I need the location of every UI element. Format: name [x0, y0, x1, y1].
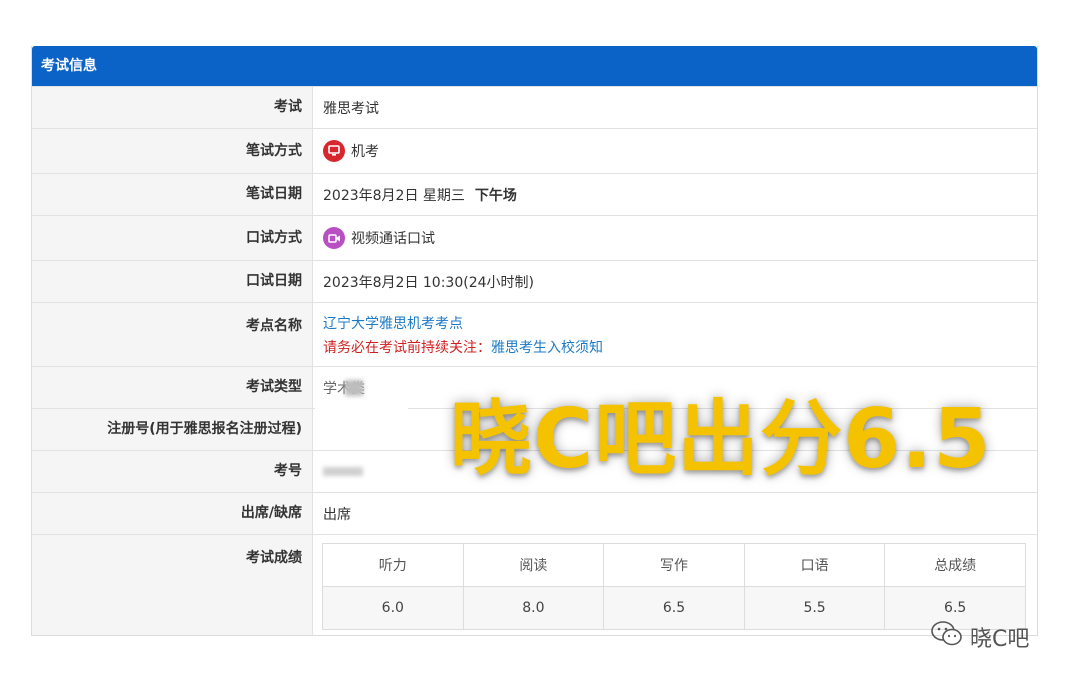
- watermark: 晓C吧: [930, 620, 1029, 654]
- score-header: 阅读: [462, 543, 605, 587]
- row-label: 考试类型: [32, 367, 313, 408]
- row-value: 出席: [323, 506, 351, 523]
- row-value: 机考: [351, 144, 379, 160]
- video-icon: [323, 227, 345, 249]
- score-value: 6.0: [322, 586, 464, 630]
- row-value-wrap: 视频通话口试: [313, 216, 1037, 260]
- row-results: 考试成绩 听力 阅读 写作 口语 总成绩 6.0 8.0 6.5 5.5 6.5: [32, 534, 1037, 635]
- redacted-mark: [323, 467, 363, 476]
- score-header: 总成绩: [884, 543, 1026, 587]
- score-value-row: 6.0 8.0 6.5 5.5 6.5: [322, 586, 1026, 630]
- row-oral-mode: 口试方式 视频通话口试: [32, 215, 1037, 260]
- row-label: 考号: [32, 451, 313, 492]
- row-value: 视频通话口试: [351, 231, 435, 247]
- watermark-text: 晓C吧: [970, 627, 1030, 652]
- row-value: 2023年8月2日 星期三: [323, 187, 465, 204]
- row-label: 口试方式: [32, 216, 313, 260]
- score-value: 6.5: [603, 586, 745, 630]
- notice-prefix: 请务必在考试前持续关注：: [323, 339, 491, 356]
- row-label: 笔试方式: [32, 129, 313, 173]
- row-label: 考试成绩: [32, 535, 313, 635]
- test-site-link[interactable]: 辽宁大学雅思机考考点: [323, 313, 463, 333]
- score-overlay-text: 晓C吧出分6.5: [450, 392, 992, 487]
- row-label: 出席/缺席: [32, 493, 313, 534]
- redaction-box: [315, 404, 408, 446]
- exam-info-panel: 考试信息 考试 雅思考试 笔试方式 机考 笔试日期 2023年8月2日 星期三 …: [31, 46, 1038, 636]
- row-label: 口试日期: [32, 261, 313, 302]
- score-value: 5.5: [743, 586, 886, 630]
- row-value-wrap: 听力 阅读 写作 口语 总成绩 6.0 8.0 6.5 5.5 6.5: [313, 535, 1037, 635]
- row-oral-date: 口试日期 2023年8月2日 10:30(24小时制): [32, 260, 1037, 302]
- score-header: 写作: [603, 543, 745, 587]
- row-attendance: 出席/缺席 出席: [32, 492, 1037, 534]
- row-test-site: 考点名称 辽宁大学雅思机考考点 请务必在考试前持续关注：雅思考生入校须知: [32, 302, 1037, 366]
- score-value: 8.0: [462, 586, 605, 630]
- row-value-wrap: 机考: [313, 129, 1037, 173]
- row-value: 2023年8月2日 10:30(24小时制): [323, 274, 534, 291]
- panel-title: 考试信息: [32, 46, 1037, 86]
- row-label: 注册号(用于雅思报名注册过程): [32, 409, 313, 450]
- row-label: 考试: [32, 87, 313, 128]
- row-exam: 考试 雅思考试: [32, 86, 1037, 128]
- notice-text: 请务必在考试前持续关注：雅思考生入校须知: [323, 337, 603, 357]
- row-written-mode: 笔试方式 机考: [32, 128, 1037, 173]
- admission-notice-link[interactable]: 雅思考生入校须知: [491, 340, 603, 356]
- row-value-wrap: 2023年8月2日 星期三 下午场: [313, 174, 1037, 215]
- row-value-wrap: 辽宁大学雅思机考考点 请务必在考试前持续关注：雅思考生入校须知: [313, 303, 1037, 366]
- row-written-date: 笔试日期 2023年8月2日 星期三 下午场: [32, 173, 1037, 215]
- row-label: 笔试日期: [32, 174, 313, 215]
- session-value: 下午场: [474, 187, 517, 204]
- monitor-icon: [323, 140, 345, 162]
- score-header: 听力: [322, 543, 464, 587]
- score-table: 听力 阅读 写作 口语 总成绩 6.0 8.0 6.5 5.5 6.5: [322, 543, 1026, 630]
- score-header: 口语: [743, 543, 886, 587]
- row-value: 雅思考试: [323, 100, 379, 117]
- row-label: 考点名称: [32, 303, 313, 366]
- score-header-row: 听力 阅读 写作 口语 总成绩: [322, 543, 1026, 587]
- wechat-icon: [930, 620, 964, 654]
- redacted-mark: [345, 379, 363, 396]
